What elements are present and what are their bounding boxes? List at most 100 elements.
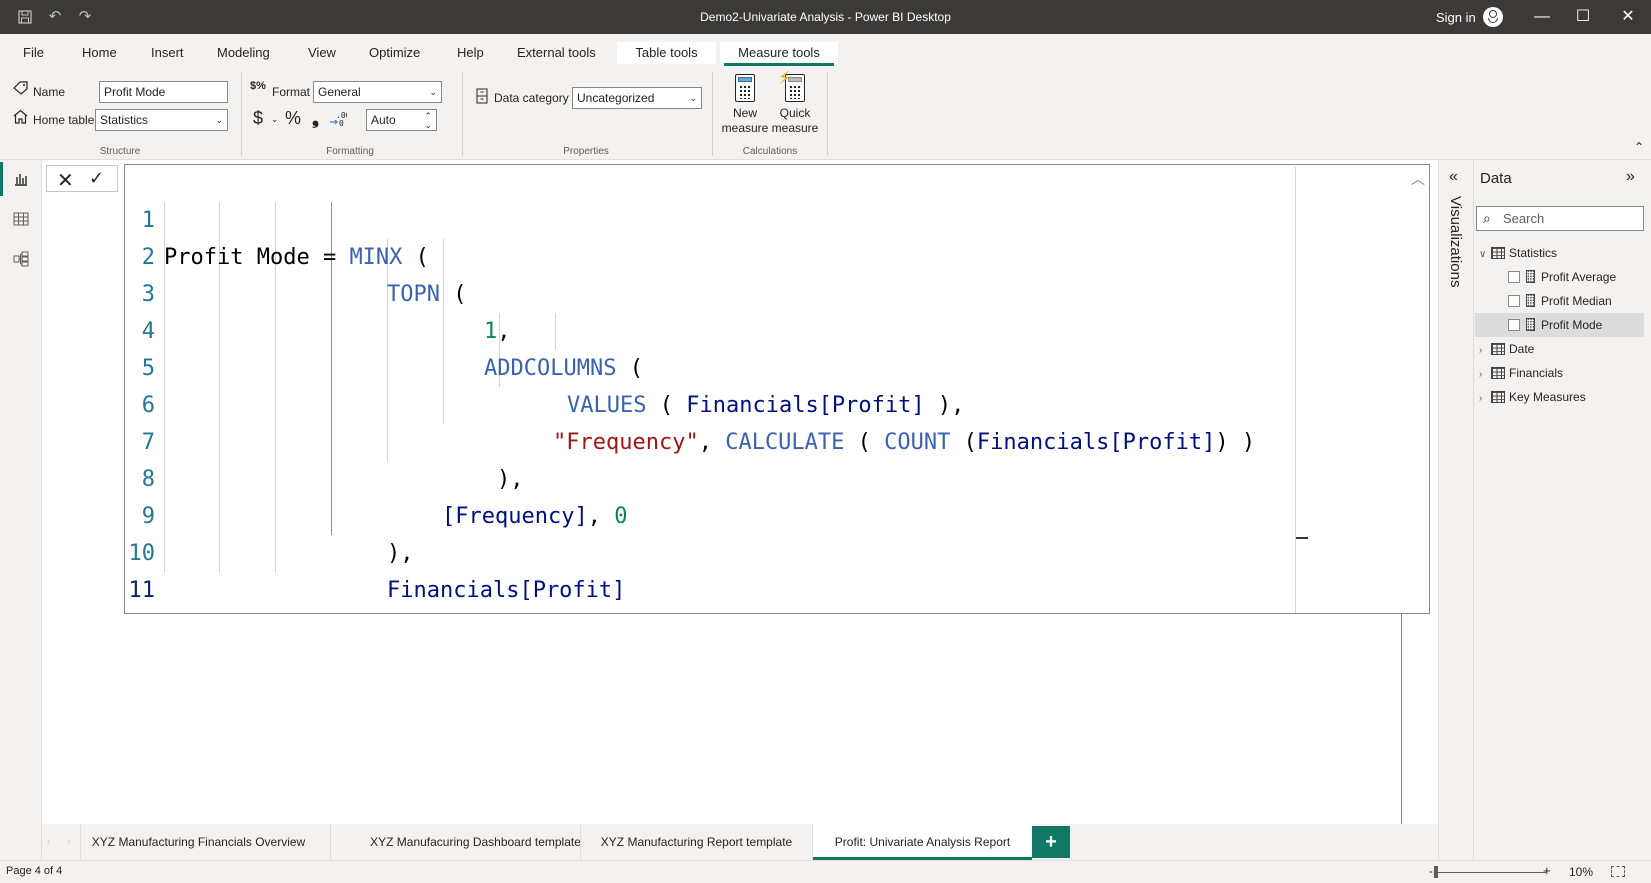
tab-optimize[interactable]: Optimize bbox=[363, 42, 426, 64]
code-line: 4 ADDCOLUMNS ( bbox=[125, 276, 643, 381]
close-icon[interactable]: ✕ bbox=[1618, 8, 1638, 26]
report-view-button[interactable] bbox=[0, 162, 42, 196]
zoom-out-button[interactable]: - bbox=[1429, 864, 1433, 878]
tree-item-profit-mode[interactable]: Profit Mode bbox=[1475, 313, 1644, 337]
quick-measure-label: measure bbox=[771, 121, 819, 135]
status-bar: Page 4 of 4 - + 10% bbox=[0, 860, 1651, 883]
tag-icon bbox=[13, 81, 29, 98]
decimal-places-input[interactable]: Auto ⌃ ⌄ bbox=[366, 109, 437, 131]
punct-token: ( bbox=[646, 393, 687, 418]
formatting-group-label: Formatting bbox=[326, 146, 374, 157]
dax-formula-editor[interactable]: 1 Profit Mode = MINX ( 2 TOPN ( 3 1, 4 A… bbox=[124, 164, 1430, 640]
chevron-down-icon: ⌄ bbox=[215, 115, 223, 125]
collapse-formula-icon[interactable]: ︿ bbox=[1411, 169, 1425, 189]
chevron-down-icon[interactable]: ∨ bbox=[1479, 243, 1489, 267]
punct-token: ) ) bbox=[1215, 430, 1256, 455]
measure-icon bbox=[1526, 270, 1535, 283]
tree-item-label: Profit Mode bbox=[1541, 318, 1603, 332]
code-line: 2 TOPN ( bbox=[125, 202, 467, 307]
home-icon bbox=[12, 109, 29, 127]
name-label: Name bbox=[33, 85, 66, 99]
tab-home[interactable]: Home bbox=[76, 42, 123, 64]
percent-button[interactable]: % bbox=[285, 108, 301, 129]
zoom-in-button[interactable]: + bbox=[1543, 863, 1551, 878]
data-search-input[interactable]: ⌕ Search bbox=[1476, 206, 1644, 231]
data-pane-title: Data bbox=[1480, 170, 1512, 187]
chevron-down-icon: ⌄ bbox=[689, 93, 697, 103]
measure-table-icon bbox=[1491, 247, 1505, 259]
spin-down-icon[interactable]: ⌄ bbox=[424, 115, 432, 135]
zoom-slider-thumb[interactable] bbox=[1434, 866, 1438, 878]
lightning-icon: ⚡ bbox=[778, 68, 791, 88]
tree-item-date[interactable]: › Date bbox=[1479, 337, 1644, 361]
prev-page-icon[interactable]: ‹ bbox=[47, 836, 50, 847]
data-category-select[interactable]: Uncategorized ⌄ bbox=[572, 87, 702, 109]
currency-dropdown-icon[interactable]: ⌄ bbox=[271, 114, 279, 125]
number-token: 1 bbox=[484, 319, 498, 344]
tab-help[interactable]: Help bbox=[451, 42, 490, 64]
chevron-right-icon[interactable]: › bbox=[1479, 363, 1489, 387]
search-icon: ⌕ bbox=[1483, 210, 1491, 226]
new-measure-button[interactable]: New measure bbox=[720, 74, 770, 136]
tab-table-tools[interactable]: Table tools bbox=[617, 42, 716, 64]
measure-name-token: Profit Mode = bbox=[164, 245, 350, 270]
tree-item-statistics[interactable]: ∨ Statistics bbox=[1479, 241, 1644, 265]
expand-visualizations-icon[interactable]: « bbox=[1449, 168, 1458, 186]
function-token: COUNT bbox=[884, 430, 951, 455]
model-view-button[interactable] bbox=[0, 242, 42, 276]
tree-item-profit-average[interactable]: Profit Average bbox=[1508, 265, 1644, 289]
tab-file[interactable]: File bbox=[17, 42, 50, 64]
chevron-right-icon[interactable]: › bbox=[1479, 387, 1489, 411]
table-icon bbox=[1491, 367, 1505, 379]
field-checkbox[interactable] bbox=[1508, 271, 1520, 283]
tab-measure-tools[interactable]: Measure tools bbox=[720, 42, 838, 66]
tree-item-profit-median[interactable]: Profit Median bbox=[1508, 289, 1644, 313]
fit-to-page-icon[interactable] bbox=[1611, 866, 1625, 877]
quick-measure-button[interactable]: ⚡ Quick measure bbox=[769, 68, 821, 136]
comma-button[interactable]: ❟ bbox=[312, 108, 319, 129]
canvas-edge bbox=[1401, 614, 1402, 824]
account-icon[interactable] bbox=[1483, 7, 1503, 27]
commit-formula-icon[interactable]: ✓ bbox=[89, 168, 104, 189]
field-checkbox[interactable] bbox=[1508, 295, 1520, 307]
collapse-data-pane-icon[interactable]: » bbox=[1626, 168, 1635, 186]
home-table-label: Home table bbox=[33, 113, 95, 127]
format-select[interactable]: General ⌄ bbox=[313, 81, 442, 103]
zoom-slider[interactable] bbox=[1436, 872, 1546, 873]
quick-measure-label: Quick bbox=[779, 106, 811, 120]
code-line: 1 Profit Mode = MINX ( bbox=[125, 165, 1285, 270]
tab-insert[interactable]: Insert bbox=[145, 42, 190, 64]
page-tab[interactable]: XYZ Manufacturing Financials Overview bbox=[80, 824, 316, 860]
report-canvas[interactable] bbox=[42, 614, 1402, 824]
visualizations-pane[interactable]: « Visualizations bbox=[1438, 160, 1474, 865]
tab-external-tools[interactable]: External tools bbox=[511, 42, 602, 64]
table-view-button[interactable] bbox=[0, 202, 42, 236]
code-line: 6 "Frequency", CALCULATE ( COUNT (Financ… bbox=[125, 350, 1255, 455]
page-tab[interactable]: XYZ Manufacuring Dashboard template bbox=[330, 824, 620, 860]
maximize-icon[interactable]: ☐ bbox=[1573, 8, 1593, 26]
field-checkbox[interactable] bbox=[1508, 319, 1520, 331]
title-bar: ↶ ↷ Demo2-Univariate Analysis - Power BI… bbox=[0, 0, 1651, 34]
cancel-formula-icon[interactable]: ✕ bbox=[57, 168, 74, 193]
add-page-button[interactable]: + bbox=[1032, 826, 1070, 858]
column-token: Financials[Profit] bbox=[976, 430, 1216, 455]
page-tab-active[interactable]: Profit: Univariate Analysis Report bbox=[812, 824, 1032, 860]
tab-view[interactable]: View bbox=[302, 42, 342, 64]
measure-name-input[interactable]: Profit Mode bbox=[99, 81, 228, 103]
page-tab[interactable]: XYZ Manufacturing Report template bbox=[580, 824, 812, 860]
decimal-places-icon[interactable]: .000 bbox=[329, 110, 351, 131]
tree-item-key-measures[interactable]: › Key Measures bbox=[1479, 385, 1644, 409]
home-table-select[interactable]: Statistics ⌄ bbox=[95, 109, 228, 131]
window-title: Demo2-Univariate Analysis - Power BI Des… bbox=[700, 10, 951, 24]
search-placeholder: Search bbox=[1503, 211, 1545, 226]
tree-item-financials[interactable]: › Financials bbox=[1479, 361, 1644, 385]
collapse-ribbon-icon[interactable]: ⌃ bbox=[1634, 140, 1644, 154]
tab-modeling[interactable]: Modeling bbox=[211, 42, 276, 64]
minimize-icon[interactable]: — bbox=[1532, 8, 1552, 26]
next-page-icon[interactable]: › bbox=[67, 836, 70, 847]
measure-icon bbox=[1526, 294, 1535, 307]
currency-button[interactable]: $ bbox=[253, 108, 263, 129]
chevron-right-icon[interactable]: › bbox=[1479, 339, 1489, 363]
visualizations-label[interactable]: Visualizations bbox=[1447, 196, 1464, 287]
sign-in-button[interactable]: Sign in bbox=[1436, 10, 1476, 25]
